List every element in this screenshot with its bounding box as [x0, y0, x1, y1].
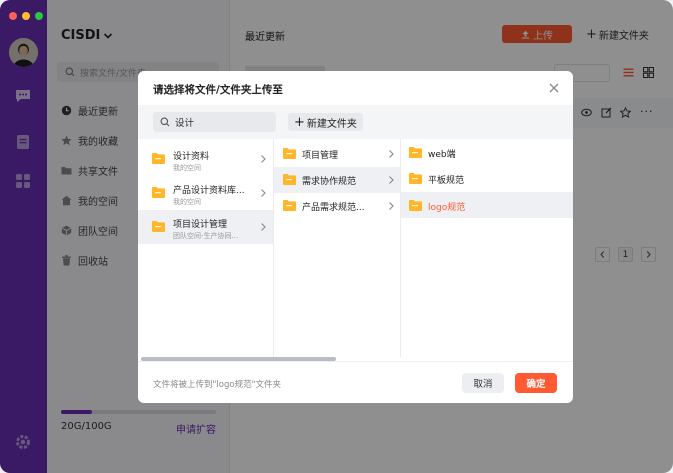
chevron-right-icon — [261, 223, 266, 231]
folder-browser: 设计资料 我的空间 产品设计资料库... 我的空间 项目设计管理 团队空间-生产… — [138, 139, 573, 357]
upload-destination-text: 文件将被上传到"logo规范"文件夹 — [153, 380, 281, 390]
folder-name: 项目设计管理 — [173, 220, 228, 230]
folder-name: web端 — [428, 150, 456, 160]
folder-item[interactable]: 平板规范 — [401, 165, 573, 191]
folder-icon — [409, 200, 422, 211]
chevron-right-icon — [261, 189, 266, 197]
app-window: CISDI 搜索文件/文件夹 最近更新 我的收藏 共享文件 我的空间 团队空间 — [0, 0, 673, 473]
confirm-button[interactable]: 确定 — [515, 373, 557, 393]
folder-item[interactable]: 设计资料 我的空间 — [138, 142, 273, 176]
folder-column-1: 设计资料 我的空间 产品设计资料库... 我的空间 项目设计管理 团队空间-生产… — [138, 139, 274, 357]
folder-item-selected[interactable]: logo规范 — [401, 192, 573, 218]
folder-location: 我的空间 — [173, 164, 201, 172]
chevron-right-icon — [389, 202, 394, 210]
close-icon[interactable] — [547, 81, 561, 95]
folder-name: 产品需求规范... — [302, 203, 365, 213]
upload-destination-dialog: 请选择将文件/文件夹上传至 设计 + 新建文件夹 设计资料 我的空间 产品设计资… — [138, 71, 573, 403]
cancel-button[interactable]: 取消 — [462, 373, 504, 393]
folder-name: 平板规范 — [428, 176, 465, 186]
folder-icon — [409, 173, 422, 184]
dialog-search-input[interactable]: 设计 — [153, 112, 276, 132]
window-maximize-button[interactable] — [35, 12, 43, 20]
folder-icon — [283, 148, 296, 159]
folder-column-3: web端 平板规范 logo规范 — [401, 139, 573, 357]
window-controls — [9, 12, 43, 20]
folder-location: 团队空间-生产协同... — [173, 232, 239, 240]
search-value: 设计 — [175, 118, 195, 129]
folder-name: 需求协作规范 — [302, 177, 357, 187]
dialog-footer-divider — [138, 361, 573, 362]
folder-item-selected[interactable]: 需求协作规范 — [274, 167, 400, 193]
folder-name: 项目管理 — [302, 151, 339, 161]
folder-icon — [152, 153, 165, 164]
folder-icon — [409, 147, 422, 158]
dialog-title: 请选择将文件/文件夹上传至 — [153, 84, 283, 96]
folder-name: 产品设计资料库... — [173, 186, 245, 196]
folder-item[interactable]: 产品设计资料库... 我的空间 — [138, 176, 273, 210]
chevron-right-icon — [389, 176, 394, 184]
folder-icon — [283, 200, 296, 211]
folder-item[interactable]: 产品需求规范... — [274, 193, 400, 219]
folder-icon — [152, 221, 165, 232]
chevron-right-icon — [261, 155, 266, 163]
window-close-button[interactable] — [9, 12, 17, 20]
folder-name: 设计资料 — [173, 152, 210, 162]
window-minimize-button[interactable] — [22, 12, 30, 20]
plus-icon: + — [294, 114, 305, 130]
folder-location: 我的空间 — [173, 198, 201, 206]
dialog-new-folder-button[interactable]: + 新建文件夹 — [288, 113, 363, 131]
folder-item-selected[interactable]: 项目设计管理 团队空间-生产协同... — [138, 210, 273, 244]
folder-item[interactable]: 项目管理 — [274, 141, 400, 167]
new-folder-label: 新建文件夹 — [306, 118, 357, 130]
folder-icon — [283, 174, 296, 185]
folder-column-2: 项目管理 需求协作规范 产品需求规范... — [274, 139, 401, 357]
folder-name: logo规范 — [428, 203, 466, 213]
folder-item[interactable]: web端 — [401, 139, 573, 165]
folder-icon — [152, 187, 165, 198]
search-icon — [160, 117, 170, 127]
chevron-right-icon — [389, 150, 394, 158]
